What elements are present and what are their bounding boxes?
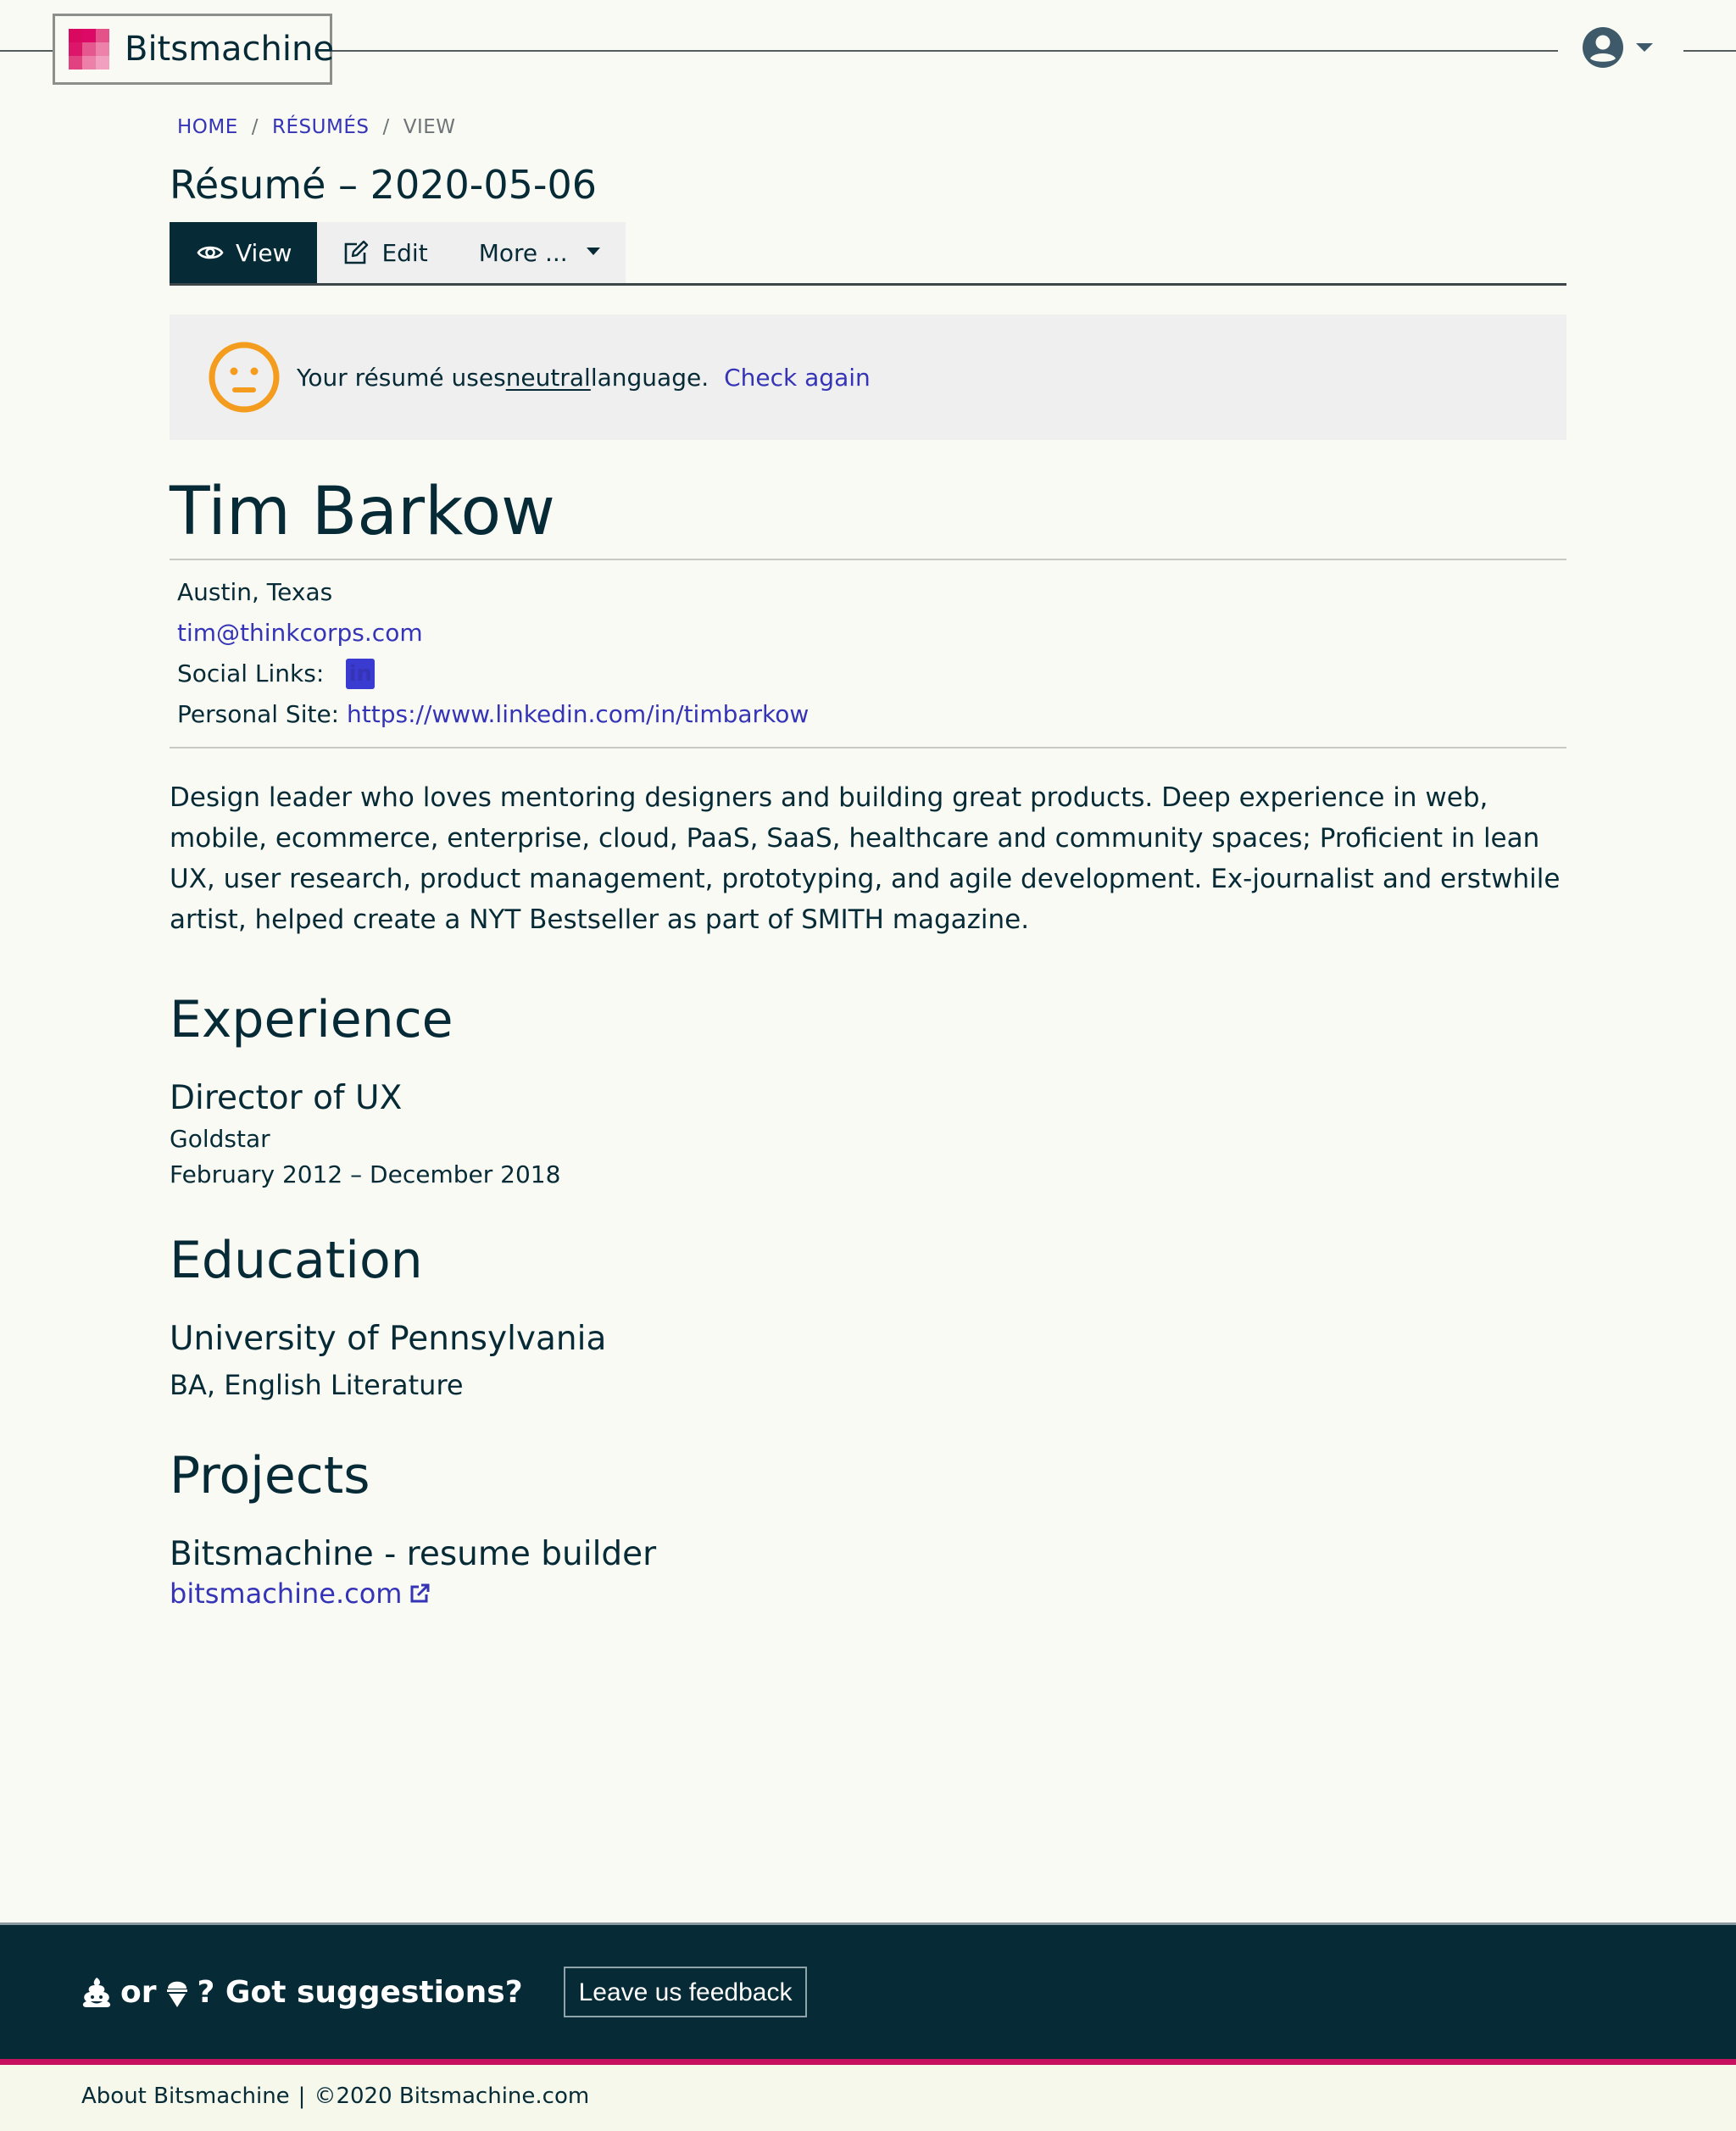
experience-section: Experience Director of UX Goldstar Febru…: [170, 984, 1566, 1193]
alert-emphasis: neutral: [505, 363, 591, 392]
or-text: or: [120, 1974, 157, 2010]
location: Austin, Texas: [177, 578, 333, 606]
caret-down-icon: [1636, 43, 1653, 52]
footer-links: About Bitsmachine | ©2020 Bitsmachine.co…: [81, 2084, 589, 2109]
project-name: Bitsmachine - resume builder: [170, 1535, 657, 1573]
breadcrumb-current: VIEW: [403, 116, 456, 138]
brand-home-link[interactable]: Bitsmachine: [53, 14, 334, 85]
tab-view-label: View: [236, 238, 292, 267]
language-check-alert: Your résumé uses neutral language. Check…: [170, 314, 1566, 440]
user-circle-icon: [1583, 27, 1623, 68]
section-title-education: Education: [170, 1231, 423, 1290]
school-name: University of Pennsylvania: [170, 1320, 607, 1358]
footer-separator: |: [298, 2084, 306, 2109]
profile-summary: Design leader who loves mentoring design…: [170, 782, 1561, 935]
leave-feedback-button[interactable]: Leave us feedback: [563, 1967, 808, 2017]
check-again-link[interactable]: Check again: [724, 364, 871, 392]
alert-text-after: language.: [590, 363, 709, 392]
projects-section: Projects Bitsmachine - resume builder bi…: [170, 1440, 1566, 1610]
linkedin-icon[interactable]: in: [346, 659, 376, 689]
contact-info: Austin, Texas tim@thinkcorps.com Social …: [170, 560, 1566, 747]
education-section: Education University of Pennsylvania BA,…: [170, 1225, 1566, 1408]
brand-name: Bitsmachine: [125, 30, 334, 69]
section-title-projects: Projects: [170, 1446, 370, 1505]
job-company: Goldstar: [170, 1125, 270, 1153]
neutral-face-icon: [209, 342, 280, 413]
personal-site-link[interactable]: https://www.linkedin.com/in/timbarkow: [347, 694, 809, 735]
about-link[interactable]: About Bitsmachine: [81, 2084, 290, 2109]
feedback-banner: or ? Got suggestions? Leave us feedback: [0, 1925, 1736, 2059]
header-rule: [1683, 50, 1736, 52]
user-menu-toggle[interactable]: [1582, 24, 1666, 71]
pixel-grid-logo-icon: [69, 29, 109, 70]
personal-site-label: Personal Site:: [177, 700, 340, 728]
copyright: ©2020 Bitsmachine.com: [314, 2084, 590, 2109]
email-link[interactable]: tim@thinkcorps.com: [177, 613, 423, 654]
section-title-experience: Experience: [170, 990, 453, 1049]
divider: [170, 747, 1566, 748]
tab-view[interactable]: View: [170, 222, 318, 283]
tab-bar: View Edit More ...: [170, 222, 1566, 286]
education-item: University of Pennsylvania BA, English L…: [170, 1316, 1566, 1408]
external-link-icon: [410, 1583, 430, 1603]
experience-item: Director of UX Goldstar February 2012 – …: [170, 1076, 1566, 1193]
tab-more-label: More ...: [478, 238, 568, 267]
personal-site: Personal Site: https://www.linkedin.com/…: [177, 694, 1566, 735]
project-item: Bitsmachine - resume builder bitsmachine…: [170, 1532, 1566, 1610]
tab-edit[interactable]: Edit: [317, 222, 453, 283]
header-rule: [0, 50, 54, 52]
project-link[interactable]: bitsmachine.com: [170, 1577, 431, 1610]
ice-cream-icon: [166, 1981, 187, 2007]
header-rule: [332, 50, 1558, 52]
caret-down-icon: [586, 247, 600, 255]
tab-more-dropdown[interactable]: More ...: [453, 222, 626, 283]
breadcrumb-resumes[interactable]: RÉSUMÉS: [272, 116, 369, 138]
footer-accent-bar: [0, 2059, 1736, 2065]
suggestions-question: ? Got suggestions?: [197, 1974, 523, 2010]
feedback-message: or ? Got suggestions?: [81, 1975, 523, 2010]
social-links-label: Social Links:: [177, 659, 325, 687]
degree: BA, English Literature: [170, 1369, 464, 1401]
candidate-name: Tim Barkow: [170, 474, 555, 550]
page-title: Résumé – 2020-05-06: [170, 162, 598, 208]
breadcrumb: HOME / RÉSUMÉS / VIEW: [170, 110, 1566, 144]
breadcrumb-home[interactable]: HOME: [177, 116, 238, 138]
alert-text-before: Your résumé uses: [297, 363, 506, 392]
edit-icon: [345, 240, 369, 264]
job-role: Director of UX: [170, 1079, 403, 1117]
breadcrumb-separator: /: [382, 116, 390, 138]
project-link-text: bitsmachine.com: [170, 1577, 403, 1610]
social-links: Social Links: in: [177, 654, 1566, 694]
tab-edit-label: Edit: [381, 238, 428, 267]
breadcrumb-separator: /: [251, 116, 259, 138]
poop-icon: [82, 1978, 111, 2007]
job-dates: February 2012 – December 2018: [170, 1160, 561, 1188]
main-content: HOME / RÉSUMÉS / VIEW Résumé – 2020-05-0…: [170, 110, 1566, 1610]
eye-icon: [197, 246, 224, 259]
